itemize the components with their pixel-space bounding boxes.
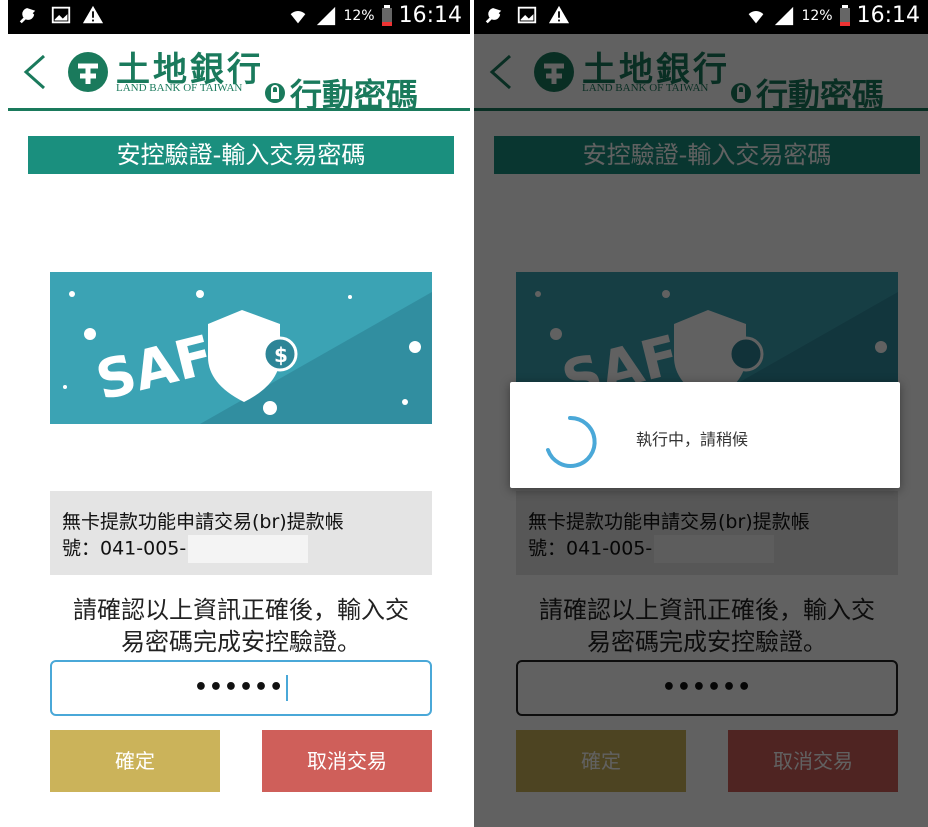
password-dots: ••••••	[193, 675, 285, 700]
account-prefix: 號：041-005-	[62, 537, 187, 560]
instruction-line2: 易密碼完成安控驗證。	[121, 628, 361, 656]
page-title: 安控驗證-輸入交易密碼	[28, 136, 454, 174]
mobile-password-text: 行動密碼	[290, 76, 419, 114]
info-line1: 無卡提款功能申請交易(br)提款帳	[62, 511, 344, 533]
clock: 16:14	[856, 3, 920, 28]
battery-percent: 12%	[801, 7, 833, 24]
lock-icon	[265, 83, 285, 103]
wrench-icon	[485, 8, 502, 24]
image-icon	[517, 6, 537, 24]
bank-name-en: LAND BANK OF TAIWAN	[116, 82, 243, 94]
instruction-text: 請確認以上資訊正確後，輸入交 易密碼完成安控驗證。	[28, 594, 454, 658]
warning-icon	[548, 5, 570, 24]
password-input[interactable]: ••••••	[50, 660, 432, 716]
image-icon	[51, 6, 71, 24]
transaction-info: 無卡提款功能申請交易(br)提款帳 號：041-005-	[50, 491, 432, 575]
status-bar: 12% 16:14	[8, 0, 470, 34]
battery-percent: 12%	[343, 7, 375, 24]
bank-logo-icon	[68, 52, 108, 92]
svg-text:$: $	[274, 343, 288, 367]
screen-password-entry: 12% 16:14 土地銀行 LAND BANK OF TAIWAN 行動密碼 …	[8, 0, 470, 827]
cancel-transaction-button[interactable]: 取消交易	[262, 730, 432, 792]
mobile-password-label: 行動密碼	[264, 70, 418, 116]
instruction-line1: 請確認以上資訊正確後，輸入交	[73, 596, 409, 624]
text-caret	[286, 675, 289, 701]
battery-icon	[381, 4, 392, 26]
progress-message: 執行中，請稍候	[636, 430, 749, 449]
app-header: 土地銀行 LAND BANK OF TAIWAN 行動密碼	[8, 34, 470, 114]
spinner-icon	[546, 415, 597, 468]
info-line2: 號：041-005-	[62, 535, 420, 563]
status-bar: 12% 16:14	[474, 0, 928, 34]
clock: 16:14	[398, 3, 462, 28]
safe-banner: $ SAFE	[50, 272, 432, 424]
wrench-icon	[19, 8, 36, 24]
screen-processing: 12% 16:14 土地銀行 LAND BANK OF TAIWAN 行動密碼 …	[474, 0, 928, 827]
confirm-button[interactable]: 確定	[50, 730, 220, 792]
progress-dialog: 執行中，請稍候	[510, 382, 900, 488]
battery-icon	[839, 4, 850, 26]
wifi-icon	[291, 10, 306, 23]
back-chevron-icon[interactable]	[18, 52, 52, 92]
wifi-icon	[749, 10, 764, 23]
signal-icon	[775, 6, 794, 25]
account-mask	[188, 535, 309, 563]
signal-icon	[317, 6, 336, 25]
warning-icon	[82, 5, 104, 24]
